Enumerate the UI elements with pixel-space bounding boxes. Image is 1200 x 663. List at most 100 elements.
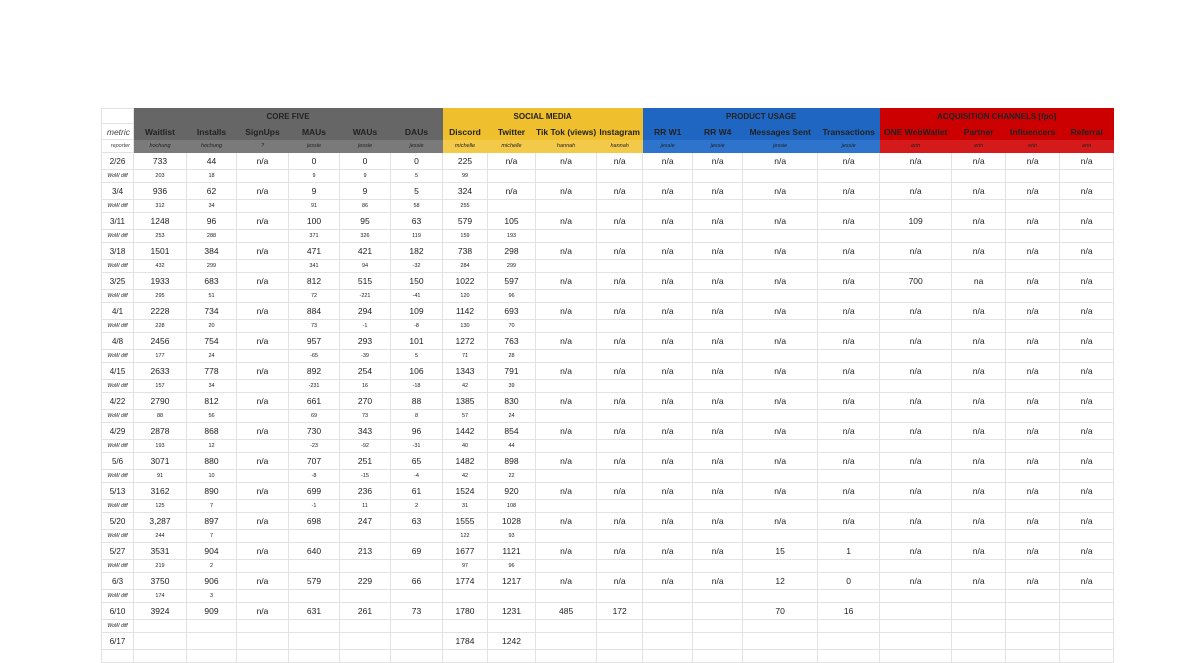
- reporter-cell[interactable]: hochung: [133, 139, 187, 153]
- wow-diff-cell[interactable]: [534, 619, 598, 633]
- empty-cell[interactable]: [390, 649, 443, 663]
- value-cell[interactable]: 3071: [133, 452, 187, 470]
- value-cell[interactable]: n/a: [642, 242, 694, 260]
- value-cell[interactable]: 12: [742, 572, 819, 590]
- wow-diff-cell[interactable]: [236, 619, 289, 633]
- value-cell[interactable]: n/a: [1059, 302, 1115, 320]
- reporter-cell[interactable]: jessie: [642, 139, 694, 153]
- value-cell[interactable]: 2456: [133, 332, 187, 350]
- wow-diff-label[interactable]: WoW diff: [101, 319, 134, 333]
- value-cell[interactable]: [390, 632, 443, 650]
- wow-diff-cell[interactable]: 24: [186, 349, 237, 363]
- value-cell[interactable]: 868: [186, 422, 237, 440]
- value-cell[interactable]: n/a: [692, 152, 744, 170]
- empty-cell[interactable]: [642, 649, 694, 663]
- reporter-cell[interactable]: hochung: [186, 139, 237, 153]
- value-cell[interactable]: n/a: [879, 572, 953, 590]
- group-header-product[interactable]: PRODUCT USAGE: [642, 108, 881, 124]
- wow-diff-cell[interactable]: [817, 379, 881, 393]
- wow-diff-cell[interactable]: [742, 289, 819, 303]
- wow-diff-cell[interactable]: [951, 589, 1007, 603]
- wow-diff-cell[interactable]: [817, 229, 881, 243]
- value-cell[interactable]: 1121: [487, 542, 536, 560]
- value-cell[interactable]: n/a: [534, 542, 598, 560]
- wow-diff-cell[interactable]: [1005, 499, 1061, 513]
- value-cell[interactable]: 62: [186, 182, 237, 200]
- value-cell[interactable]: n/a: [879, 302, 953, 320]
- wow-diff-cell[interactable]: [951, 169, 1007, 183]
- reporter-cell[interactable]: erin: [879, 139, 953, 153]
- wow-diff-cell[interactable]: [1005, 619, 1061, 633]
- value-cell[interactable]: 515: [339, 272, 391, 290]
- wow-diff-cell[interactable]: [951, 289, 1007, 303]
- value-cell[interactable]: n/a: [951, 422, 1007, 440]
- wow-diff-cell[interactable]: 371: [288, 229, 340, 243]
- wow-diff-cell[interactable]: [534, 469, 598, 483]
- value-cell[interactable]: 1774: [442, 572, 488, 590]
- date-cell[interactable]: 4/15: [101, 362, 134, 380]
- wow-diff-cell[interactable]: [1059, 169, 1115, 183]
- value-cell[interactable]: n/a: [692, 362, 744, 380]
- wow-diff-cell[interactable]: 96: [487, 559, 536, 573]
- value-cell[interactable]: n/a: [817, 212, 881, 230]
- value-cell[interactable]: n/a: [1059, 512, 1115, 530]
- wow-diff-cell[interactable]: [534, 499, 598, 513]
- wow-diff-cell[interactable]: [1005, 589, 1061, 603]
- value-cell[interactable]: 172: [596, 602, 644, 620]
- wow-diff-cell[interactable]: -32: [390, 259, 443, 273]
- empty-cell[interactable]: [186, 649, 237, 663]
- value-cell[interactable]: [879, 602, 953, 620]
- wow-diff-cell[interactable]: [534, 379, 598, 393]
- wow-diff-cell[interactable]: -41: [390, 289, 443, 303]
- wow-diff-cell[interactable]: 130: [442, 319, 488, 333]
- wow-diff-cell[interactable]: 69: [288, 409, 340, 423]
- wow-diff-cell[interactable]: [951, 409, 1007, 423]
- value-cell[interactable]: n/a: [1005, 302, 1061, 320]
- wow-diff-cell[interactable]: [236, 469, 289, 483]
- value-cell[interactable]: n/a: [692, 422, 744, 440]
- wow-diff-cell[interactable]: 94: [339, 259, 391, 273]
- value-cell[interactable]: [692, 632, 744, 650]
- wow-diff-cell[interactable]: 12: [186, 439, 237, 453]
- value-cell[interactable]: n/a: [817, 362, 881, 380]
- wow-diff-cell[interactable]: 73: [339, 409, 391, 423]
- value-cell[interactable]: 898: [487, 452, 536, 470]
- wow-diff-cell[interactable]: [817, 409, 881, 423]
- value-cell[interactable]: [1005, 632, 1061, 650]
- value-cell[interactable]: n/a: [879, 362, 953, 380]
- wow-diff-cell[interactable]: 20: [186, 319, 237, 333]
- wow-diff-cell[interactable]: 93: [487, 529, 536, 543]
- value-cell[interactable]: 734: [186, 302, 237, 320]
- value-cell[interactable]: n/a: [596, 212, 644, 230]
- value-cell[interactable]: n/a: [534, 332, 598, 350]
- value-cell[interactable]: 65: [390, 452, 443, 470]
- wow-diff-cell[interactable]: [487, 199, 536, 213]
- wow-diff-cell[interactable]: [596, 349, 644, 363]
- wow-diff-cell[interactable]: [236, 319, 289, 333]
- value-cell[interactable]: n/a: [951, 332, 1007, 350]
- value-cell[interactable]: 1022: [442, 272, 488, 290]
- wow-diff-cell[interactable]: [1005, 289, 1061, 303]
- wow-diff-cell[interactable]: [1005, 529, 1061, 543]
- value-cell[interactable]: n/a: [534, 512, 598, 530]
- wow-diff-cell[interactable]: -8: [288, 469, 340, 483]
- wow-diff-cell[interactable]: 7: [186, 529, 237, 543]
- wow-diff-cell[interactable]: [642, 529, 694, 543]
- value-cell[interactable]: 73: [390, 602, 443, 620]
- wow-diff-cell[interactable]: [642, 619, 694, 633]
- value-cell[interactable]: n/a: [1059, 422, 1115, 440]
- value-cell[interactable]: 640: [288, 542, 340, 560]
- value-cell[interactable]: n/a: [692, 302, 744, 320]
- wow-diff-cell[interactable]: [879, 409, 953, 423]
- value-cell[interactable]: 812: [186, 392, 237, 410]
- value-cell[interactable]: n/a: [596, 572, 644, 590]
- value-cell[interactable]: n/a: [236, 212, 289, 230]
- value-cell[interactable]: 471: [288, 242, 340, 260]
- metric-header-cell[interactable]: RR W4: [692, 123, 744, 140]
- wow-diff-cell[interactable]: 10: [186, 469, 237, 483]
- wow-diff-cell[interactable]: 157: [133, 379, 187, 393]
- wow-diff-cell[interactable]: -39: [339, 349, 391, 363]
- reporter-cell[interactable]: ?: [236, 139, 289, 153]
- wow-diff-cell[interactable]: [742, 259, 819, 273]
- wow-diff-cell[interactable]: 39: [487, 379, 536, 393]
